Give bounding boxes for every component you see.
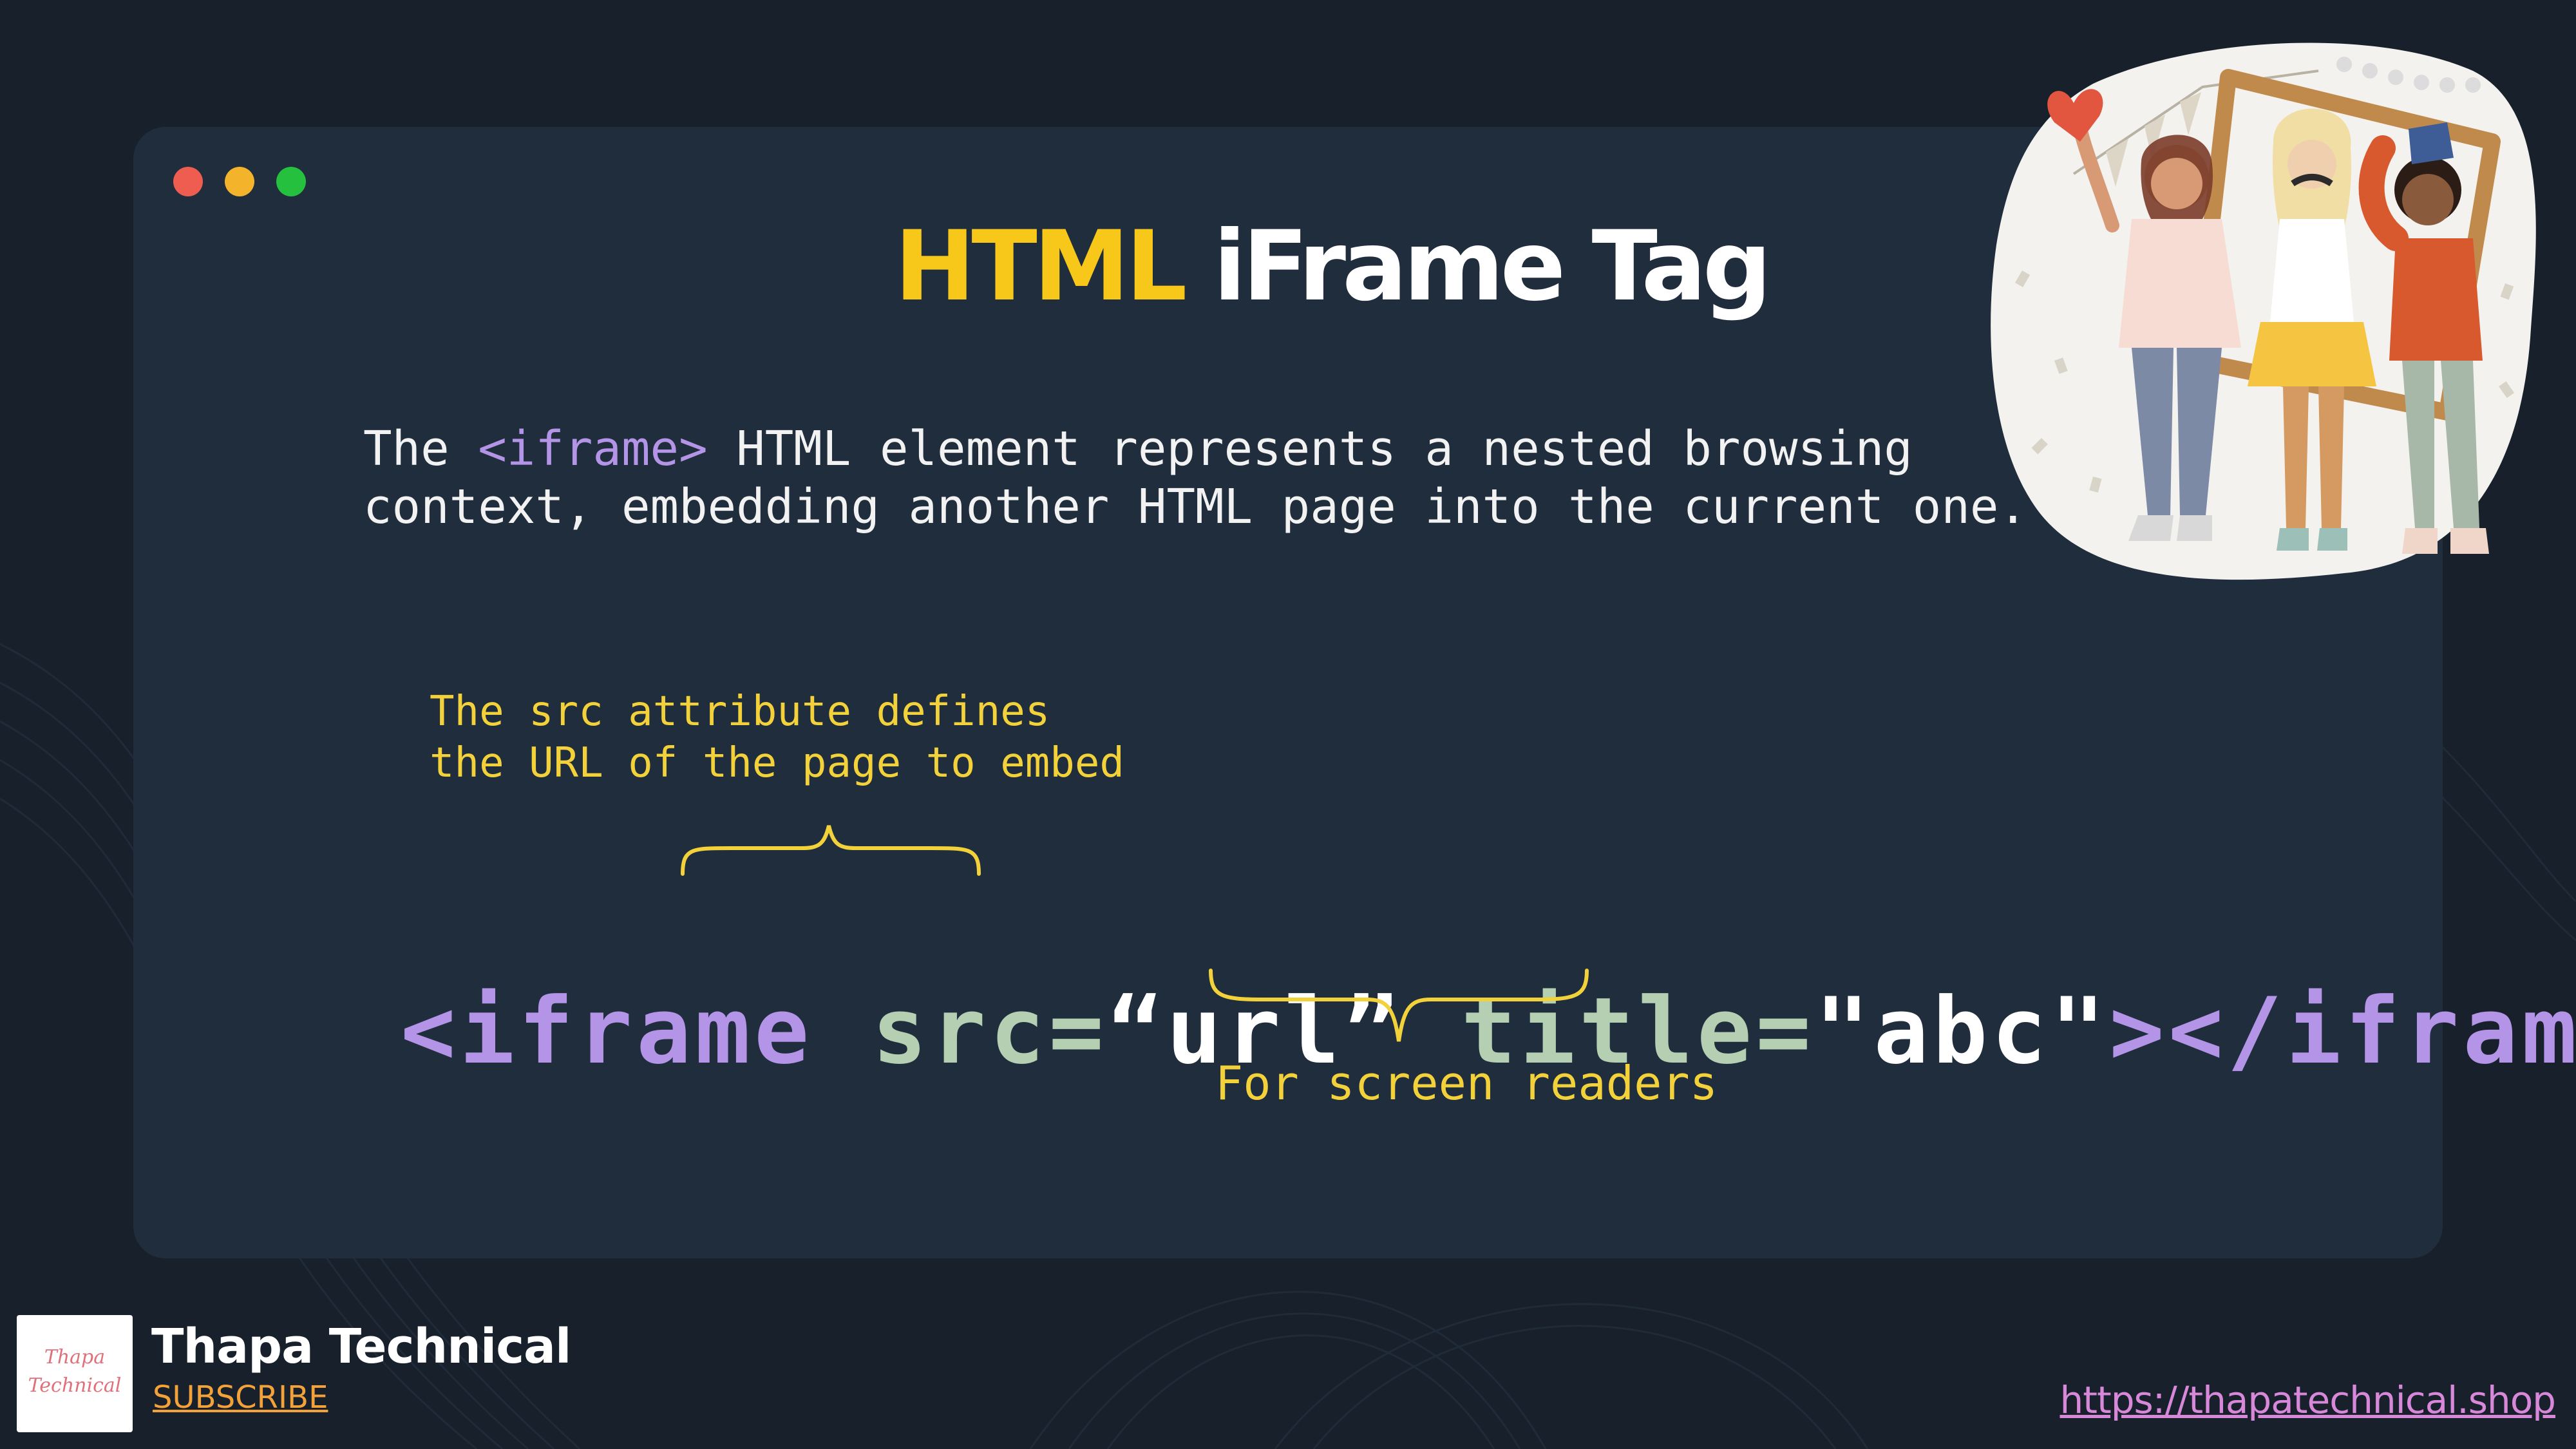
logo-line2: Technical	[28, 1374, 122, 1397]
subscribe-link[interactable]: SUBSCRIBE	[153, 1379, 328, 1416]
traffic-light-maximize-icon[interactable]	[276, 167, 306, 196]
code-open-tag: <iframe	[401, 978, 813, 1084]
traffic-light-minimize-icon[interactable]	[225, 167, 254, 196]
channel-name: Thapa Technical	[151, 1319, 571, 1374]
description: The <iframe> HTML element represents a n…	[363, 420, 2027, 536]
friends-photo-frame-illustration	[1991, 43, 2536, 580]
description-line1-before: The	[363, 421, 478, 477]
code-close-tag: ></iframe>	[2109, 978, 2576, 1084]
logo-line1: Thapa	[44, 1346, 106, 1368]
traffic-light-close-icon[interactable]	[173, 167, 203, 196]
src-annotation: The src attribute defines the URL of the…	[430, 686, 1124, 789]
curly-brace-icon	[681, 825, 981, 876]
description-tag: <iframe>	[478, 421, 708, 477]
site-url-link[interactable]: https://thapatechnical.shop	[2060, 1378, 2556, 1422]
description-line1-after: HTML element represents a nested browsin…	[707, 421, 1913, 477]
src-annotation-line2: the URL of the page to embed	[430, 739, 1124, 787]
channel-logo[interactable]: Thapa Technical	[17, 1315, 133, 1432]
curly-brace-icon	[1209, 969, 1589, 1042]
title-annotation: For screen readers	[1215, 1056, 1718, 1110]
description-line2: context, embedding another HTML page int…	[363, 479, 2028, 535]
title-rest: iFrame Tag	[1183, 211, 1772, 323]
src-annotation-line1: The src attribute defines	[430, 688, 1050, 735]
title-highlight: HTML	[894, 211, 1188, 323]
